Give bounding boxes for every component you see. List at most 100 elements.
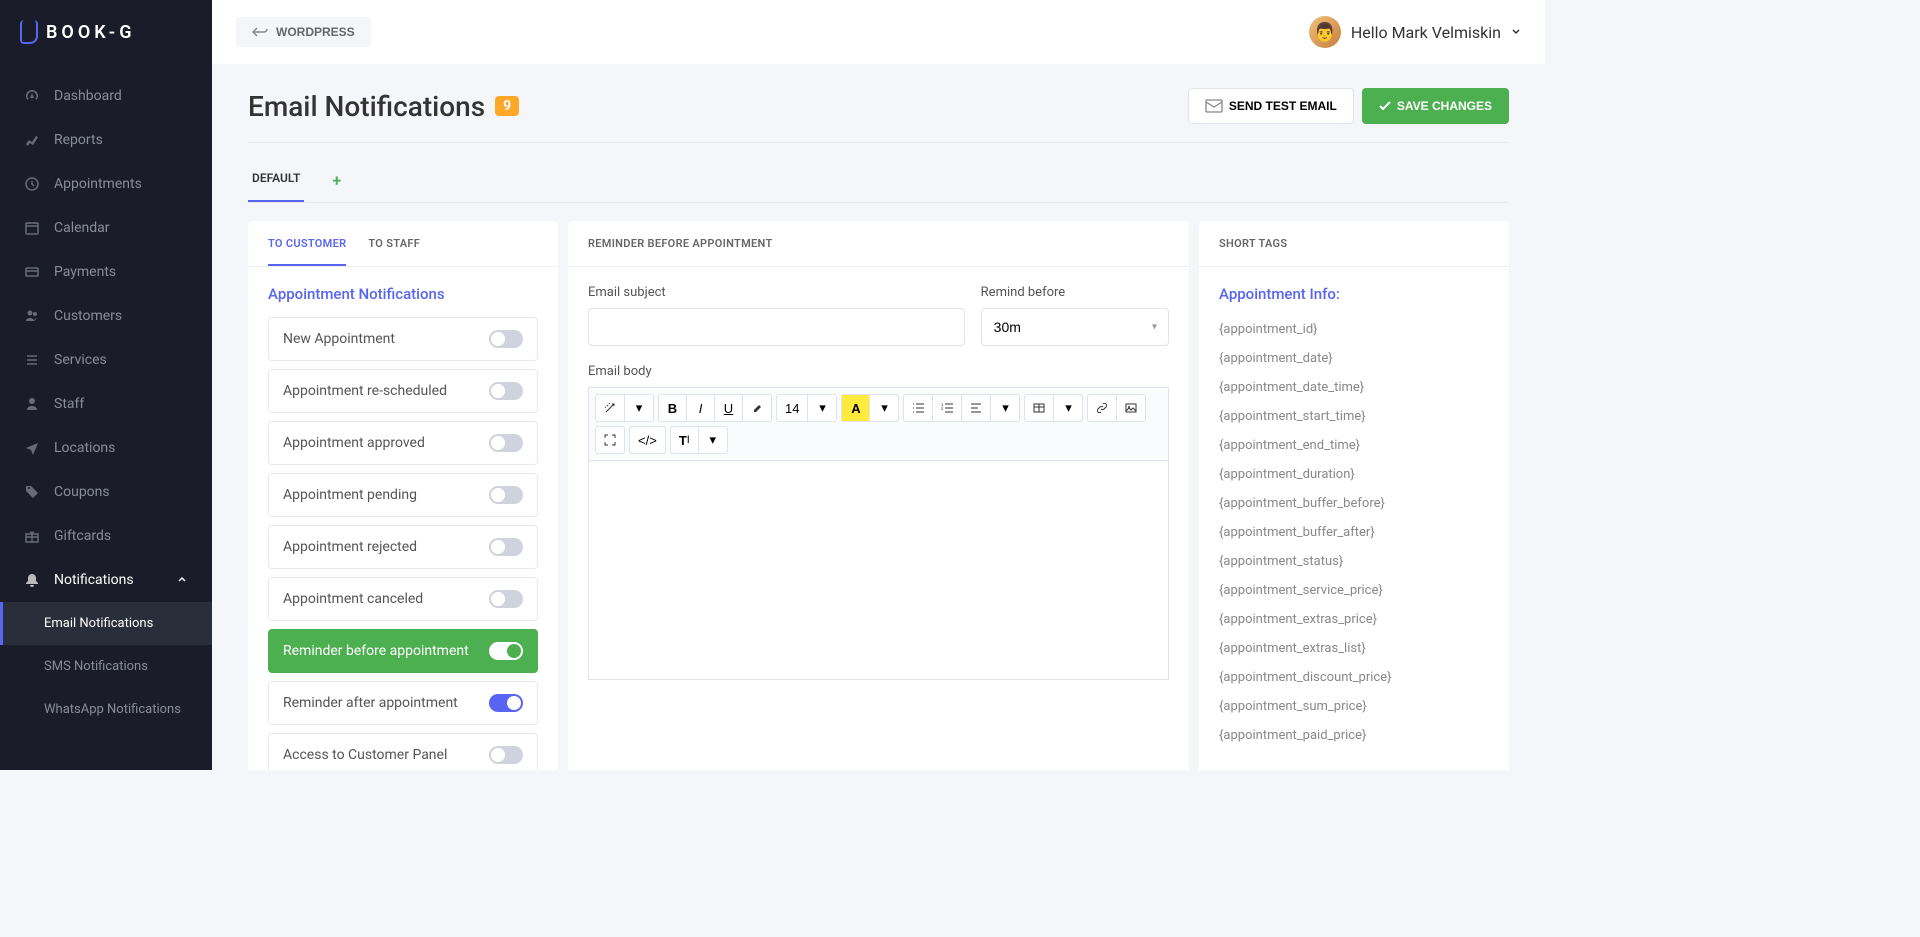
tb-fontsize-dd[interactable]: ▾: [808, 395, 836, 421]
tag-item[interactable]: {appointment_status}: [1219, 547, 1489, 576]
tag-item[interactable]: {appointment_discount_price}: [1219, 663, 1489, 692]
editor-body[interactable]: [588, 460, 1169, 680]
tb-fontsize[interactable]: 14: [777, 395, 808, 421]
tb-code[interactable]: </>: [630, 427, 665, 453]
toggle[interactable]: [489, 746, 523, 764]
tb-link[interactable]: [1088, 395, 1117, 421]
tb-clear[interactable]: TI: [671, 427, 699, 453]
tab-add[interactable]: +: [328, 161, 345, 202]
tag-item[interactable]: {appointment_buffer_before}: [1219, 489, 1489, 518]
send-test-label: SEND TEST EMAIL: [1229, 99, 1337, 113]
nav-item-payments[interactable]: Payments: [0, 250, 212, 294]
tag-item[interactable]: {appointment_extras_list}: [1219, 634, 1489, 663]
tb-table[interactable]: [1025, 395, 1054, 421]
tb-clear-dd[interactable]: ▾: [699, 427, 727, 453]
tb-bold[interactable]: B: [659, 395, 687, 421]
notif-label: Appointment canceled: [283, 591, 423, 607]
toggle[interactable]: [489, 382, 523, 400]
tb-underline[interactable]: U: [715, 395, 743, 421]
nav-label: Customers: [54, 308, 122, 324]
nav-item-dashboard[interactable]: Dashboard: [0, 74, 212, 118]
tab-default[interactable]: DEFAULT: [248, 161, 304, 202]
tag-item[interactable]: {appointment_end_time}: [1219, 431, 1489, 460]
toggle[interactable]: [489, 486, 523, 504]
tag-item[interactable]: {appointment_extras_price}: [1219, 605, 1489, 634]
location-icon: [24, 440, 40, 456]
nav-item-customers[interactable]: Customers: [0, 294, 212, 338]
toggle[interactable]: [489, 694, 523, 712]
subject-input[interactable]: [588, 308, 965, 346]
tag-item[interactable]: {appointment_buffer_after}: [1219, 518, 1489, 547]
tb-magic-dd[interactable]: ▾: [625, 395, 653, 421]
tb-magic[interactable]: [596, 395, 625, 421]
notif-item[interactable]: Appointment pending: [268, 473, 538, 517]
editor-header: REMINDER BEFORE APPOINTMENT: [588, 237, 773, 250]
back-icon: [252, 25, 268, 39]
wordpress-button[interactable]: WORDPRESS: [236, 17, 371, 47]
tb-erase[interactable]: [743, 395, 771, 421]
tag-item[interactable]: {appointment_start_time}: [1219, 402, 1489, 431]
tag-item[interactable]: {appointment_service_price}: [1219, 576, 1489, 605]
toggle[interactable]: [489, 590, 523, 608]
toggle[interactable]: [489, 434, 523, 452]
nav-sub-sms[interactable]: SMS Notifications: [0, 645, 212, 688]
nav-item-staff[interactable]: Staff: [0, 382, 212, 426]
tab-to-customer[interactable]: TO CUSTOMER: [268, 237, 346, 266]
tag-item[interactable]: {appointment_id}: [1219, 315, 1489, 344]
remind-select[interactable]: [981, 308, 1169, 346]
user-menu[interactable]: 👨 Hello Mark Velmiskin: [1309, 16, 1521, 48]
notif-item[interactable]: Reminder before appointment: [268, 629, 538, 673]
greeting: Hello Mark Velmiskin: [1351, 23, 1501, 42]
template-tabs: DEFAULT +: [248, 161, 1509, 203]
tb-fullscreen[interactable]: [596, 427, 624, 453]
nav-item-coupons[interactable]: Coupons: [0, 470, 212, 514]
tab-to-staff[interactable]: TO STAFF: [368, 237, 420, 266]
save-label: SAVE CHANGES: [1397, 99, 1492, 113]
nav-item-notifications[interactable]: Notifications: [0, 558, 212, 602]
nav-sub-whatsapp[interactable]: WhatsApp Notifications: [0, 688, 212, 731]
notif-item[interactable]: Appointment approved: [268, 421, 538, 465]
notif-item[interactable]: Appointment rejected: [268, 525, 538, 569]
count-badge: 9: [495, 96, 519, 116]
link-icon: [1096, 402, 1108, 414]
tb-ol[interactable]: 12: [933, 395, 962, 421]
tb-color-dd[interactable]: ▾: [870, 395, 898, 421]
nav-item-services[interactable]: Services: [0, 338, 212, 382]
notif-label: Access to Customer Panel: [283, 747, 447, 763]
notif-item[interactable]: Reminder after appointment: [268, 681, 538, 725]
nav: Dashboard Reports Appointments Calendar …: [0, 64, 212, 741]
tag-item[interactable]: {appointment_date}: [1219, 344, 1489, 373]
logo[interactable]: BOOK-G: [0, 0, 212, 64]
tb-image[interactable]: [1117, 395, 1145, 421]
tb-align[interactable]: [962, 395, 991, 421]
tb-align-dd[interactable]: ▾: [991, 395, 1019, 421]
send-test-button[interactable]: SEND TEST EMAIL: [1188, 88, 1354, 124]
save-button[interactable]: SAVE CHANGES: [1362, 88, 1509, 124]
eraser-icon: [751, 402, 763, 414]
notif-label: Reminder after appointment: [283, 695, 458, 711]
toggle[interactable]: [489, 330, 523, 348]
nav-item-calendar[interactable]: Calendar: [0, 206, 212, 250]
notif-item[interactable]: Appointment canceled: [268, 577, 538, 621]
notif-item[interactable]: Appointment re-scheduled: [268, 369, 538, 413]
nav-item-giftcards[interactable]: Giftcards: [0, 514, 212, 558]
nav-item-locations[interactable]: Locations: [0, 426, 212, 470]
nav-sub-email[interactable]: Email Notifications: [0, 602, 212, 645]
tb-italic[interactable]: I: [687, 395, 715, 421]
tb-color[interactable]: A: [842, 395, 870, 421]
notif-item[interactable]: Access to Customer Panel: [268, 733, 538, 770]
nav-label: Reports: [54, 132, 103, 148]
tag-item[interactable]: {appointment_paid_price}: [1219, 721, 1489, 750]
nav-item-appointments[interactable]: Appointments: [0, 162, 212, 206]
tag-item[interactable]: {appointment_duration}: [1219, 460, 1489, 489]
toggle[interactable]: [489, 538, 523, 556]
notif-item[interactable]: New Appointment: [268, 317, 538, 361]
tag-item[interactable]: {appointment_date_time}: [1219, 373, 1489, 402]
tag-item[interactable]: {appointment_sum_price}: [1219, 692, 1489, 721]
divider: [248, 142, 1509, 143]
tb-ul[interactable]: [904, 395, 933, 421]
notif-label: Appointment re-scheduled: [283, 383, 447, 399]
tb-table-dd[interactable]: ▾: [1054, 395, 1082, 421]
nav-item-reports[interactable]: Reports: [0, 118, 212, 162]
toggle[interactable]: [489, 642, 523, 660]
